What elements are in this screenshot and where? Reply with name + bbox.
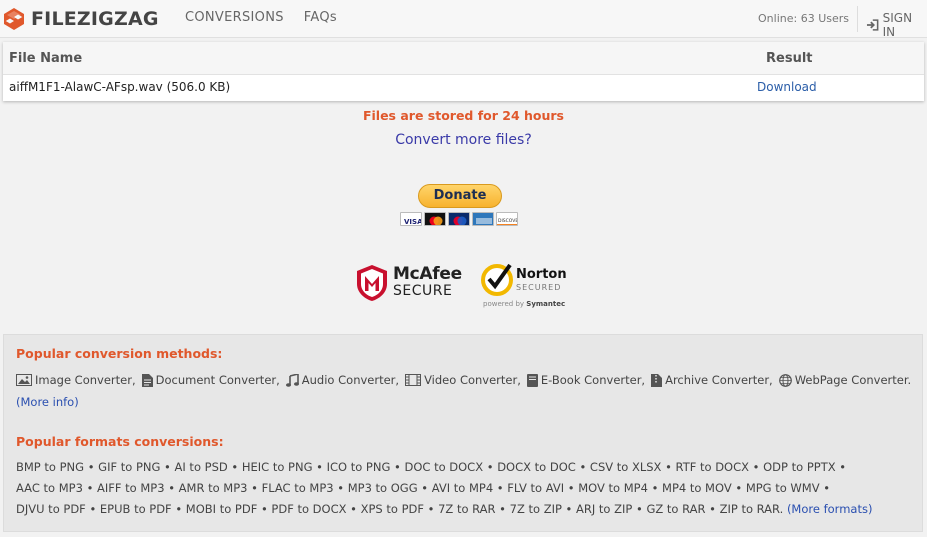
amex-icon (472, 212, 494, 226)
header-divider (857, 6, 858, 32)
nav-conversions[interactable]: CONVERSIONS (185, 10, 284, 25)
format-conversion-link[interactable]: DOC to DOCX (404, 460, 483, 474)
table-row: aiffM1F1-AlawC-AFsp.wav (506.0 KB) Downl… (3, 75, 924, 101)
top-header: FILEZIGZAG CONVERSIONS FAQs Online: 63 U… (0, 0, 927, 39)
popular-panel: Popular conversion methods: Image Conver… (3, 334, 923, 532)
music-icon (285, 373, 299, 387)
result-table: File Name Result aiffM1F1-AlawC-AFsp.wav… (3, 42, 924, 101)
svg-text:VISA: VISA (404, 218, 422, 226)
main-nav: CONVERSIONS FAQs (185, 10, 337, 25)
format-conversion-link[interactable]: AI to PSD (175, 460, 228, 474)
method-document-converter[interactable]: Document Converter, (141, 373, 280, 387)
format-conversion-link[interactable]: 7Z to ZIP (510, 502, 562, 516)
format-conversion-link[interactable]: ARJ to ZIP (576, 502, 632, 516)
method-archive-converter[interactable]: Archive Converter, (651, 373, 773, 387)
format-conversion-link[interactable]: AVI to MP4 (432, 481, 493, 495)
method-webpage-converter[interactable]: WebPage Converter. (778, 373, 911, 387)
format-conversion-link[interactable]: HEIC to PNG (242, 460, 313, 474)
format-conversion-link[interactable]: ZIP to RAR. (720, 502, 784, 516)
format-conversion-link[interactable]: ODP to PPTX (763, 460, 835, 474)
archive-icon (651, 373, 663, 387)
format-conversion-link[interactable]: MP4 to MOV (662, 481, 732, 495)
norton-checkmark-icon (481, 263, 513, 296)
image-icon (16, 374, 32, 386)
download-link[interactable]: Download (757, 80, 817, 94)
format-conversion-link[interactable]: DJVU to PDF (16, 502, 86, 516)
methods-title: Popular conversion methods: (16, 346, 223, 361)
formats-title: Popular formats conversions: (16, 434, 224, 449)
method-audio-converter[interactable]: Audio Converter, (285, 373, 399, 387)
document-icon (141, 373, 153, 387)
format-conversion-link[interactable]: BMP to PNG (16, 460, 84, 474)
column-file-name: File Name (9, 51, 83, 66)
mcafee-secure-label: SECURE (393, 283, 453, 299)
method-image-converter[interactable]: Image Converter, (16, 373, 136, 387)
format-conversion-link[interactable]: MPG to WMV (746, 481, 820, 495)
mcafee-name: McAfee (393, 264, 462, 284)
format-conversion-link[interactable]: FLAC to MP3 (262, 481, 334, 495)
norton-powered-by: powered by Symantec (483, 300, 566, 308)
signin-icon (866, 19, 879, 31)
brand-name: FILEZIGZAG (31, 8, 159, 30)
more-formats-link[interactable]: (More formats) (787, 502, 873, 516)
filezigzag-logo-icon (4, 8, 24, 30)
format-conversion-link[interactable]: RTF to DOCX (676, 460, 749, 474)
method-ebook-converter[interactable]: E-Book Converter, (526, 373, 645, 387)
methods-list: Image Converter, Document Converter, Aud… (16, 373, 917, 387)
donate-button[interactable]: Donate (418, 184, 502, 208)
signin-label: SIGN IN (882, 11, 913, 39)
format-conversion-link[interactable]: MOBI to PDF (186, 502, 258, 516)
format-conversion-link[interactable]: CSV to XLSX (590, 460, 662, 474)
format-conversion-link[interactable]: FLV to AVI (507, 481, 564, 495)
payment-cards: VISA DISCOVER (400, 212, 518, 226)
film-icon (405, 374, 422, 386)
method-video-converter[interactable]: Video Converter, (405, 373, 521, 387)
format-conversion-link[interactable]: AMR to MP3 (179, 481, 248, 495)
storage-notice: Files are stored for 24 hours (362, 108, 565, 123)
table-header: File Name Result (3, 42, 924, 75)
signin-button[interactable]: SIGN IN (866, 11, 927, 39)
book-icon (526, 373, 538, 387)
format-conversion-link[interactable]: XPS to PDF (361, 502, 424, 516)
format-conversion-link[interactable]: DOCX to DOC (497, 460, 576, 474)
norton-name: Norton (516, 267, 567, 282)
format-conversion-link[interactable]: EPUB to PDF (100, 502, 172, 516)
norton-secured-badge[interactable]: Norton SECURED powered by Symantec (480, 262, 572, 312)
norton-secured-label: SECURED (516, 283, 562, 292)
online-users-count: Online: 63 Users (758, 12, 849, 25)
format-conversion-link[interactable]: 7Z to RAR (438, 502, 495, 516)
visa-icon: VISA (400, 212, 422, 226)
format-conversion-link[interactable]: AIFF to MP3 (97, 481, 165, 495)
format-conversion-link[interactable]: GIF to PNG (98, 460, 160, 474)
formats-list: BMP to PNG • GIF to PNG • AI to PSD • HE… (16, 460, 873, 516)
format-conversion-link[interactable]: PDF to DOCX (271, 502, 346, 516)
site-logo[interactable]: FILEZIGZAG (3, 6, 159, 32)
maestro-icon (448, 212, 470, 226)
more-info-link[interactable]: (More info) (16, 395, 79, 409)
format-conversion-link[interactable]: MP3 to OGG (348, 481, 418, 495)
mcafee-shield-icon (357, 265, 387, 301)
format-conversion-link[interactable]: GZ to RAR (646, 502, 705, 516)
column-result: Result (766, 51, 813, 66)
format-conversion-link[interactable]: ICO to PNG (327, 460, 391, 474)
file-name-cell: aiffM1F1-AlawC-AFsp.wav (506.0 KB) (9, 80, 231, 94)
mcafee-secure-badge[interactable]: McAfee SECURE (355, 264, 462, 302)
convert-more-link[interactable]: Convert more files? (0, 132, 927, 148)
nav-faqs[interactable]: FAQs (304, 10, 337, 25)
format-conversion-link[interactable]: MOV to MP4 (578, 481, 648, 495)
discover-icon: DISCOVER (496, 212, 518, 226)
format-conversion-link[interactable]: AAC to MP3 (16, 481, 83, 495)
mastercard-icon (424, 212, 446, 226)
globe-icon (778, 373, 792, 387)
svg-text:DISCOVER: DISCOVER (498, 218, 518, 224)
